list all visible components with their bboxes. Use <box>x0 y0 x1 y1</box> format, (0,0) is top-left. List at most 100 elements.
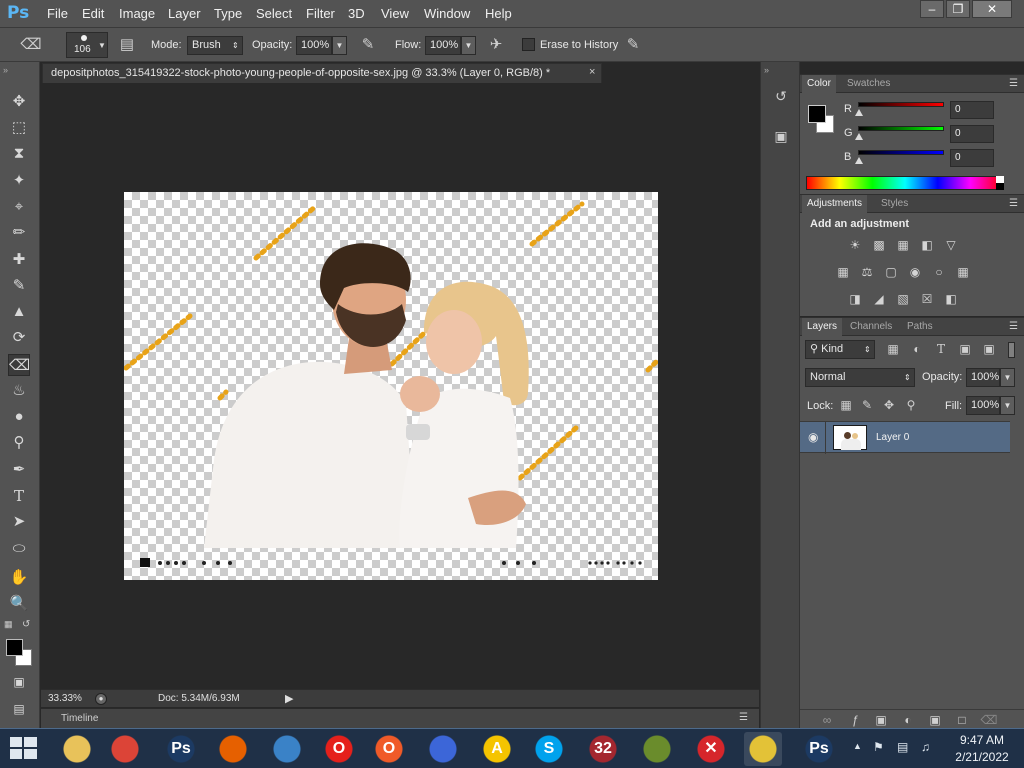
tab-channels[interactable]: Channels <box>845 318 897 336</box>
mode-select[interactable]: Brush ⇕ <box>187 36 243 55</box>
clock-date[interactable]: 2/21/2022 <box>953 750 1011 764</box>
tab-adjustments[interactable]: Adjustments <box>802 195 868 213</box>
color-spectrum-ramp[interactable] <box>806 176 1004 190</box>
layer-row[interactable]: ◉ Layer 0 <box>800 421 1010 454</box>
tab-color[interactable]: Color <box>802 75 836 93</box>
brush-panel-toggle-icon[interactable]: ▤ <box>116 34 138 56</box>
group-folder-icon[interactable]: ▣ <box>926 711 944 729</box>
posterize-icon[interactable]: ◢ <box>870 291 888 307</box>
type-filter-icon[interactable]: T <box>932 340 950 358</box>
menu-image[interactable]: Image <box>119 6 155 21</box>
type-tool-icon[interactable]: T <box>8 485 30 507</box>
collapse-icon[interactable]: » <box>764 65 769 75</box>
tab-swatches[interactable]: Swatches <box>842 75 895 93</box>
photoshop-active-icon[interactable]: Ps <box>800 732 838 766</box>
swap-colors-icon[interactable]: ↺ <box>22 619 30 630</box>
airbrush-icon[interactable]: ✈ <box>485 34 507 56</box>
foreground-color-swatch[interactable] <box>6 639 23 656</box>
menu-edit[interactable]: Edit <box>82 6 104 21</box>
archicad-icon[interactable]: A <box>478 732 516 766</box>
show-hidden-icons[interactable]: ▲ <box>853 741 862 751</box>
healing-brush-icon[interactable]: ✚ <box>8 249 30 271</box>
document-tab[interactable]: depositphotos_315419322-stock-photo-youn… <box>42 63 602 83</box>
layer-name[interactable]: Layer 0 <box>876 432 909 443</box>
tab-paths[interactable]: Paths <box>902 318 938 336</box>
adjustment-filter-icon[interactable]: ◐ <box>908 340 926 358</box>
pen-tool-icon[interactable]: ✒ <box>8 459 30 481</box>
network-icon[interactable]: ▤ <box>897 740 908 754</box>
3d-panel-icon[interactable]: ▣ <box>771 128 791 148</box>
exposure-icon[interactable]: ◧ <box>918 237 936 253</box>
blend-mode-select[interactable]: Normal ⇕ <box>805 368 915 387</box>
flow-input[interactable]: 100% <box>425 36 461 55</box>
screen-mode-icon[interactable]: ▤ <box>8 698 30 720</box>
smart-object-filter-icon[interactable]: ▣ <box>980 340 998 358</box>
menu-file[interactable]: File <box>47 6 68 21</box>
black-white-icon[interactable]: ▢ <box>882 264 900 280</box>
brush-preset-picker[interactable]: 106 ▼ <box>66 32 108 58</box>
restore-icon[interactable]: ❐ <box>946 0 970 18</box>
quick-mask-icon[interactable]: ▣ <box>8 671 30 693</box>
color-lookup-icon[interactable]: ▦ <box>954 264 972 280</box>
security-shield-icon[interactable] <box>744 732 782 766</box>
quick-select-tool-icon[interactable]: ✦ <box>8 170 30 192</box>
eyedropper-tool-icon[interactable]: ✏ <box>8 222 30 244</box>
hand-tool-icon[interactable]: ✋ <box>8 567 30 589</box>
gradient-map-icon[interactable]: ◧ <box>942 291 960 307</box>
ellipse-tool-icon[interactable]: ⬭ <box>8 538 30 560</box>
path-select-icon[interactable]: ➤ <box>8 511 30 533</box>
eye-visibility-icon[interactable]: ◉ <box>808 430 818 444</box>
marquee-tool-icon[interactable]: ⬚ <box>8 117 30 139</box>
brightness-contrast-icon[interactable]: ☀ <box>846 237 864 253</box>
pressure-opacity-icon[interactable]: ✎ <box>357 34 379 56</box>
status-menu-arrow-icon[interactable]: ▶ <box>285 692 293 705</box>
fill-dropdown[interactable]: ▼ <box>1000 396 1015 415</box>
opera-icon[interactable]: O <box>320 732 358 766</box>
menu-help[interactable]: Help <box>485 6 512 21</box>
lock-position-icon[interactable]: ✥ <box>880 396 898 414</box>
opera-gx-icon[interactable]: O <box>370 732 408 766</box>
history-brush-icon[interactable]: ⟳ <box>8 327 30 349</box>
photoshop-taskbar-icon[interactable]: Ps <box>162 732 200 766</box>
layer-opacity-input[interactable]: 100% <box>966 368 1000 387</box>
default-colors-icon[interactable]: ▦ <box>4 619 13 630</box>
curves-icon[interactable]: ▦ <box>894 237 912 253</box>
channel-mixer-icon[interactable]: ○ <box>930 264 948 280</box>
menu-window[interactable]: Window <box>424 6 470 21</box>
menu-layer[interactable]: Layer <box>168 6 201 21</box>
flow-dropdown[interactable]: ▼ <box>461 36 476 55</box>
collapse-icon[interactable]: » <box>3 65 8 75</box>
document-canvas[interactable] <box>124 192 658 580</box>
lasso-tool-icon[interactable]: ⧗ <box>8 143 30 165</box>
pressure-size-icon[interactable]: ✎ <box>622 34 644 56</box>
tab-layers[interactable]: Layers <box>802 318 843 336</box>
lock-all-icon[interactable]: ⚲ <box>902 396 920 414</box>
crop-tool-icon[interactable]: ⌖ <box>8 196 30 218</box>
lock-transparency-icon[interactable]: ▦ <box>837 396 855 414</box>
menu-select[interactable]: Select <box>256 6 292 21</box>
hue-saturation-icon[interactable]: ▦ <box>834 264 852 280</box>
white-ramp-swatch[interactable] <box>996 176 1004 183</box>
status-info-icon[interactable]: ● <box>95 693 107 705</box>
threshold-icon[interactable]: ▧ <box>894 291 912 307</box>
thunderbird-icon[interactable] <box>268 732 306 766</box>
blue-slider-knob[interactable] <box>855 157 863 164</box>
adjustment-layer-icon[interactable]: ◐ <box>899 711 917 729</box>
shark-app-icon[interactable] <box>424 732 462 766</box>
levels-icon[interactable]: ▩ <box>870 237 888 253</box>
menu-type[interactable]: Type <box>214 6 242 21</box>
color-balance-icon[interactable]: ⚖ <box>858 264 876 280</box>
layer-filter-select[interactable]: ⚲ Kind ⇕ <box>805 340 875 359</box>
minimize-icon[interactable]: – <box>920 0 944 18</box>
fill-input[interactable]: 100% <box>966 396 1000 415</box>
clock-time[interactable]: 9:47 AM <box>953 733 1011 747</box>
close-icon[interactable]: ✕ <box>972 0 1012 18</box>
red-slider[interactable] <box>858 102 944 107</box>
blur-tool-icon[interactable]: ● <box>8 406 30 428</box>
green-value[interactable]: 0 <box>950 125 994 143</box>
opacity-input[interactable]: 100% <box>296 36 332 55</box>
link-icon[interactable]: ∞ <box>818 711 836 729</box>
photo-filter-icon[interactable]: ◉ <box>906 264 924 280</box>
history-panel-icon[interactable]: ↺ <box>771 88 791 108</box>
red-slider-knob[interactable] <box>855 109 863 116</box>
